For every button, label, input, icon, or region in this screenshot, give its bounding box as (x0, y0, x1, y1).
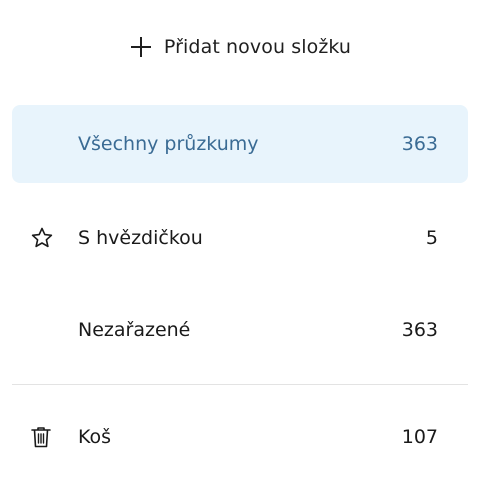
folder-name: S hvězdičkou (78, 227, 203, 249)
folder-item-all-surveys[interactable]: Všechny průzkumy 363 (12, 105, 468, 183)
folder-name: Všechny průzkumy (78, 133, 259, 155)
folder-count: 363 (401, 319, 438, 341)
folder-count: 5 (425, 227, 438, 249)
add-folder-button[interactable]: Přidat novou složku (0, 30, 481, 64)
folder-name: Koš (78, 426, 112, 448)
folder-count: 107 (401, 426, 438, 448)
divider (12, 384, 468, 385)
folder-item-unsorted[interactable]: Nezařazené 363 (12, 291, 468, 369)
trash-icon (31, 427, 51, 448)
plus-icon (130, 37, 151, 57)
star-icon (31, 227, 53, 248)
folder-item-trash[interactable]: Koš 107 (12, 398, 468, 476)
folder-count: 363 (401, 133, 438, 155)
folder-name: Nezařazené (78, 319, 191, 341)
add-folder-label: Přidat novou složku (163, 36, 352, 58)
folder-item-starred[interactable]: S hvězdičkou 5 (12, 199, 468, 277)
